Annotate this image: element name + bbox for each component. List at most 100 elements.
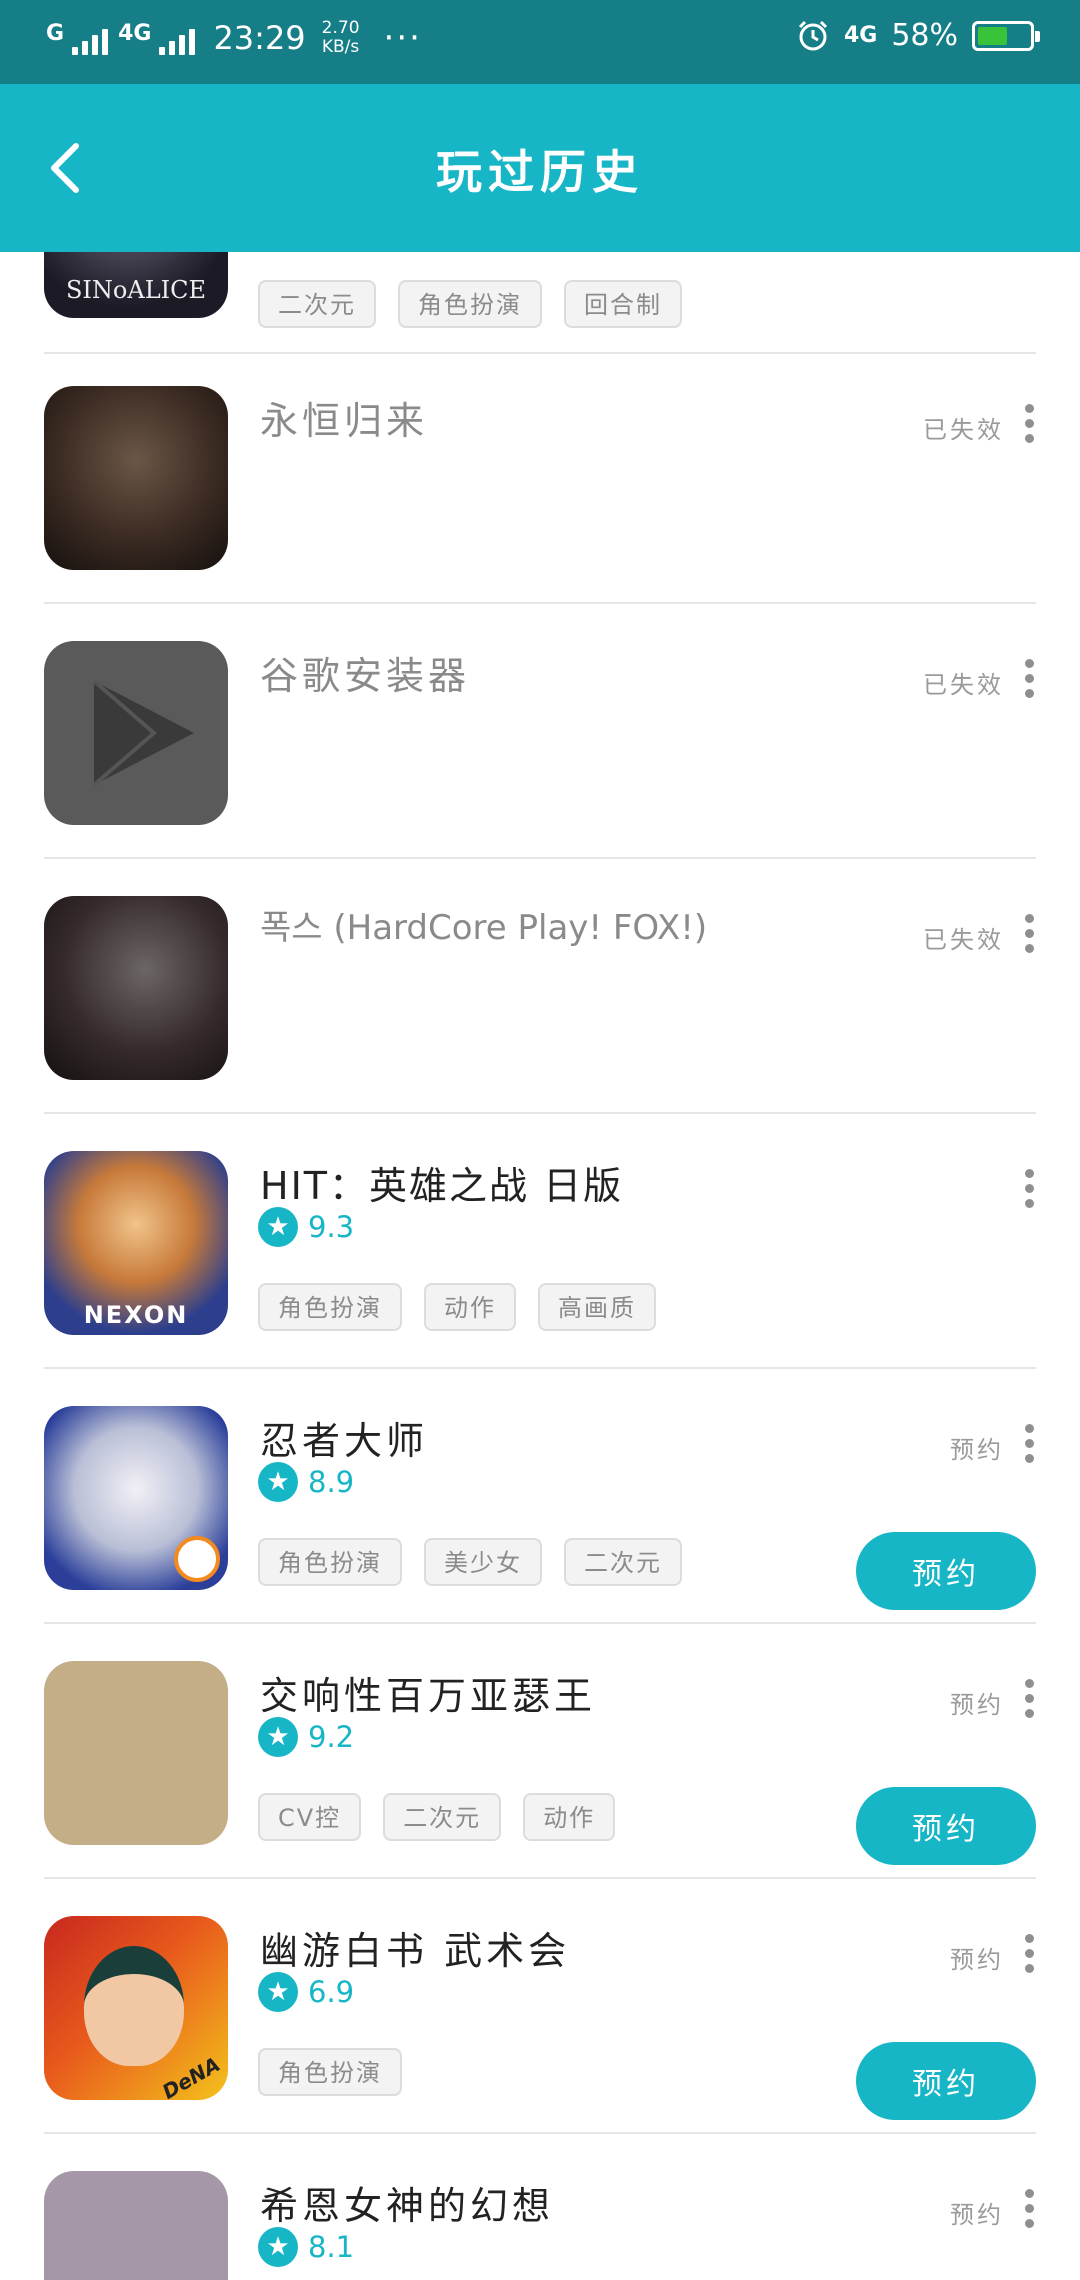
rating: ★ 8.9 bbox=[258, 1462, 354, 1502]
app-name: 幽游白书 武术会 bbox=[260, 1929, 571, 1973]
battery-percent: 58% bbox=[891, 18, 958, 53]
rating: ★ 8.1 bbox=[258, 2227, 354, 2267]
app-icon bbox=[44, 386, 228, 570]
more-options-icon[interactable] bbox=[1022, 1934, 1036, 1980]
play-store-icon bbox=[44, 641, 228, 825]
rating-value: 8.9 bbox=[308, 1465, 355, 1499]
signal-icon: G bbox=[46, 21, 109, 55]
divider bbox=[44, 1367, 1036, 1369]
divider bbox=[44, 1112, 1036, 1114]
list-item[interactable]: NEXON HIT：英雄之战 日版 ★ 9.3 角色扮演 动作 高画质 bbox=[44, 1115, 1036, 1369]
tag: 角色扮演 bbox=[398, 280, 542, 328]
rating: ★ 9.3 bbox=[258, 1207, 354, 1247]
list-item[interactable]: 希恩女神的幻想 ★ 8.1 预约 bbox=[44, 2135, 1036, 2280]
rating-value: 9.2 bbox=[308, 1720, 355, 1754]
divider bbox=[44, 1622, 1036, 1624]
app-icon: NEXON bbox=[44, 1151, 228, 1335]
tag: 角色扮演 bbox=[258, 1538, 402, 1586]
star-icon: ★ bbox=[258, 1717, 298, 1757]
reserve-button[interactable]: 预约 bbox=[856, 2042, 1036, 2120]
tag: 回合制 bbox=[564, 280, 682, 328]
app-icon bbox=[44, 1661, 228, 1845]
status-text: 已失效 bbox=[923, 671, 1004, 699]
tag: 动作 bbox=[424, 1283, 516, 1331]
list-item[interactable]: 谷歌安装器 已失效 bbox=[44, 605, 1036, 859]
tag: 动作 bbox=[523, 1793, 616, 1841]
tag-list: 角色扮演 动作 高画质 bbox=[258, 1283, 656, 1331]
status-time: 23:29 bbox=[213, 19, 306, 57]
network-type: 4G bbox=[843, 23, 878, 48]
app-name: 交响性百万亚瑟王 bbox=[260, 1674, 597, 1718]
list-item[interactable]: 폭스 (HardCore Play! FOX!) 已失效 bbox=[44, 860, 1036, 1114]
tag-list: 角色扮演 美少女 二次元 bbox=[258, 1538, 682, 1586]
app-icon: DeNA bbox=[44, 1916, 228, 2100]
list-item[interactable]: SINoALICE 二次元 角色扮演 回合制 bbox=[44, 252, 1036, 354]
more-options-icon[interactable] bbox=[1022, 1679, 1036, 1725]
more-notifications-icon: ··· bbox=[383, 18, 422, 58]
icon-badge bbox=[174, 1536, 220, 1582]
list-item[interactable]: 交响性百万亚瑟王 ★ 9.2 CV控 二次元 动作 预约 预约 bbox=[44, 1625, 1036, 1879]
rating-value: 9.3 bbox=[308, 1210, 355, 1244]
star-icon: ★ bbox=[258, 2227, 298, 2267]
app-name: HIT：英雄之战 日版 bbox=[260, 1164, 624, 1208]
status-text: 预约 bbox=[950, 1691, 1004, 1719]
more-options-icon[interactable] bbox=[1022, 1169, 1036, 1215]
page-title: 玩过历史 bbox=[436, 145, 644, 199]
app-name: 忍者大师 bbox=[260, 1419, 429, 1463]
tag: 二次元 bbox=[258, 280, 376, 328]
reserve-button[interactable]: 预约 bbox=[856, 1532, 1036, 1610]
rating-value: 8.1 bbox=[308, 2230, 355, 2264]
divider bbox=[44, 2132, 1036, 2134]
tag-list: 二次元 角色扮演 回合制 bbox=[258, 280, 682, 328]
signal-icon-2: 4G bbox=[118, 21, 196, 55]
divider bbox=[44, 857, 1036, 859]
star-icon: ★ bbox=[258, 1462, 298, 1502]
more-options-icon[interactable] bbox=[1022, 2189, 1036, 2235]
app-name: 谷歌安装器 bbox=[260, 654, 471, 698]
app-name: 폭스 (HardCore Play! FOX!) bbox=[260, 908, 708, 948]
app-header: 玩过历史 bbox=[0, 84, 1080, 252]
status-text: 已失效 bbox=[923, 926, 1004, 954]
tag: 美少女 bbox=[424, 1538, 542, 1586]
status-text: 预约 bbox=[950, 1436, 1004, 1464]
icon-face bbox=[84, 1946, 184, 2066]
app-icon bbox=[44, 2171, 228, 2280]
alarm-icon bbox=[798, 20, 827, 50]
tag: 二次元 bbox=[383, 1793, 502, 1841]
divider bbox=[44, 1877, 1036, 1879]
app-icon: SINoALICE bbox=[44, 252, 228, 318]
network-speed: 2.70 KB/s bbox=[321, 18, 360, 57]
star-icon: ★ bbox=[258, 1972, 298, 2012]
play-triangle-icon bbox=[92, 679, 194, 787]
icon-logo-text: DeNA bbox=[157, 2052, 224, 2100]
app-name: 希恩女神的幻想 bbox=[260, 2184, 555, 2228]
status-text: 预约 bbox=[950, 2201, 1004, 2229]
rating-value: 6.9 bbox=[308, 1975, 355, 2009]
list-item[interactable]: 忍者大师 ★ 8.9 角色扮演 美少女 二次元 预约 预约 bbox=[44, 1370, 1036, 1624]
history-list[interactable]: SINoALICE 二次元 角色扮演 回合制 永恒归来 已失效 谷歌安装器 已失… bbox=[0, 252, 1080, 2280]
tag-list: CV控 二次元 动作 bbox=[258, 1793, 616, 1841]
more-options-icon[interactable] bbox=[1022, 404, 1036, 450]
reserve-button[interactable]: 预约 bbox=[856, 1787, 1036, 1865]
rating: ★ 6.9 bbox=[258, 1972, 354, 2012]
tag: 角色扮演 bbox=[258, 2048, 402, 2096]
more-options-icon[interactable] bbox=[1022, 1424, 1036, 1470]
list-item[interactable]: DeNA 幽游白书 武术会 ★ 6.9 角色扮演 预约 预约 bbox=[44, 1880, 1036, 2134]
tag-list: 角色扮演 bbox=[258, 2048, 402, 2096]
app-icon bbox=[44, 896, 228, 1080]
status-bar: G 4G 23:29 2.70 KB/s ··· 4G 58% bbox=[0, 0, 1080, 84]
rating: ★ 9.2 bbox=[258, 1717, 354, 1757]
more-options-icon[interactable] bbox=[1022, 659, 1036, 705]
star-icon: ★ bbox=[258, 1207, 298, 1247]
tag: CV控 bbox=[258, 1793, 362, 1841]
status-text: 已失效 bbox=[923, 416, 1004, 444]
app-name: 永恒归来 bbox=[260, 399, 429, 443]
status-text: 预约 bbox=[950, 1946, 1004, 1974]
battery-icon bbox=[972, 20, 1040, 51]
more-options-icon[interactable] bbox=[1022, 914, 1036, 960]
tag: 高画质 bbox=[538, 1283, 656, 1331]
list-item[interactable]: 永恒归来 已失效 bbox=[44, 350, 1036, 604]
tag: 二次元 bbox=[564, 1538, 682, 1586]
app-icon bbox=[44, 1406, 228, 1590]
icon-logo-text: SINoALICE bbox=[65, 276, 206, 304]
